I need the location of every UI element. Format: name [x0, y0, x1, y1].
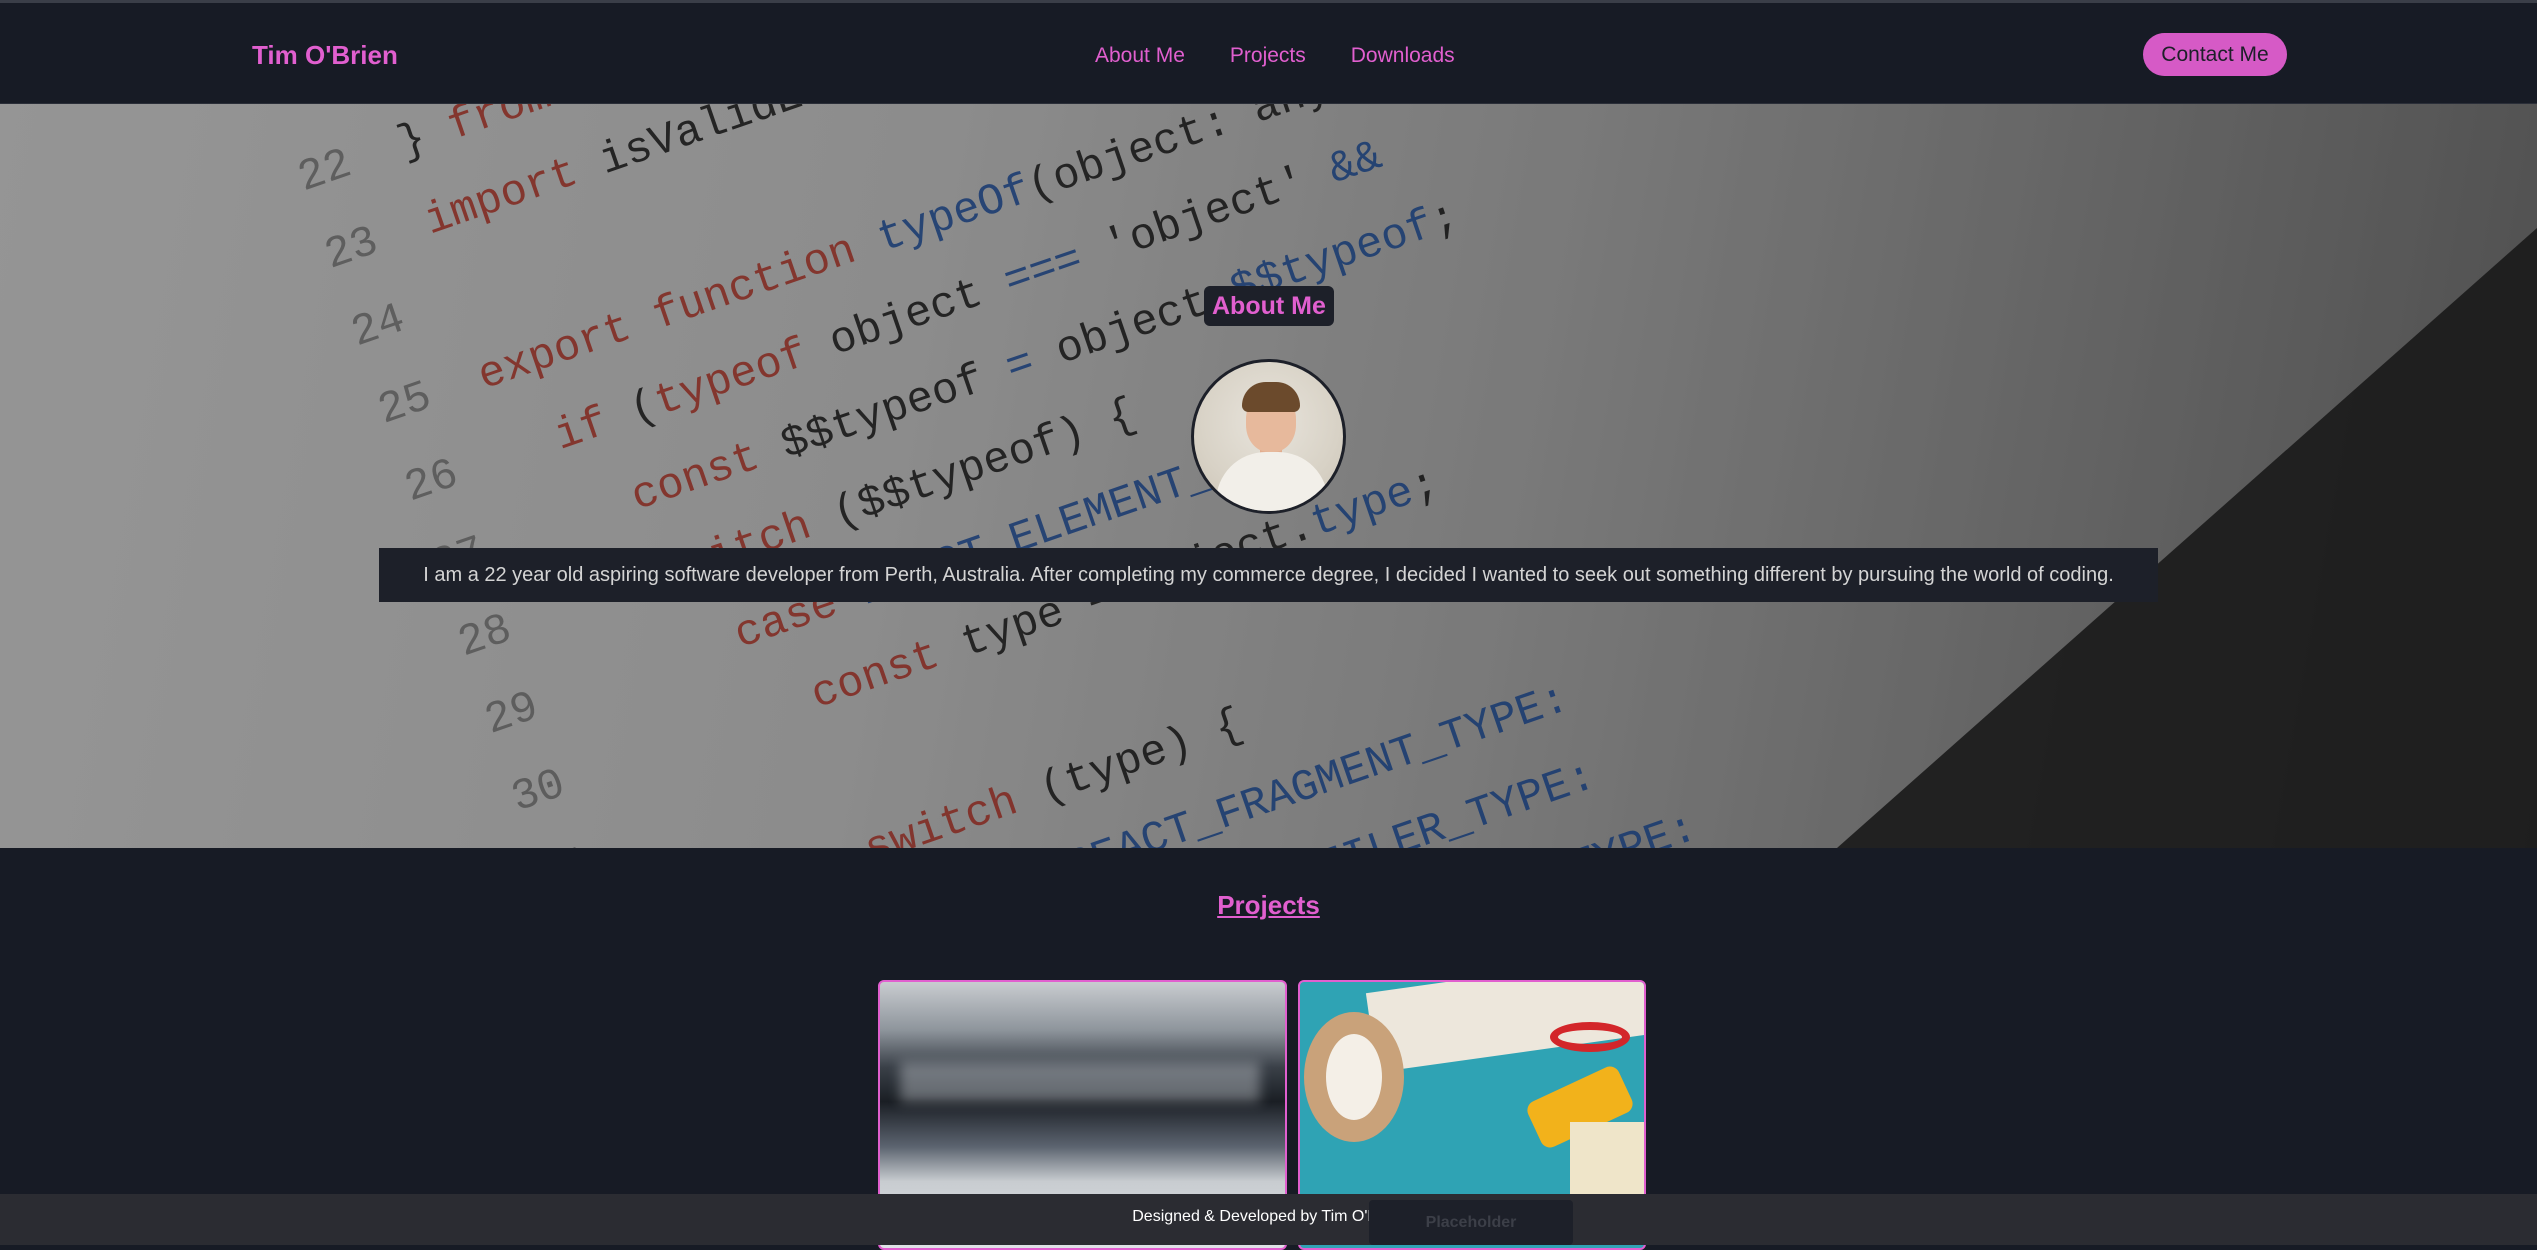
avatar — [1191, 359, 1346, 514]
project-card-1-image — [900, 1062, 1260, 1102]
nav-link-about-me[interactable]: About Me — [1095, 44, 1185, 68]
project-card-2-placeholder-button[interactable]: Placeholder — [1369, 1200, 1573, 1245]
nav-link-downloads[interactable]: Downloads — [1351, 44, 1455, 68]
navbar: Tim O'Brien About Me Projects Downloads … — [0, 3, 2537, 104]
nav-link-projects[interactable]: Projects — [1230, 44, 1306, 68]
about-me-heading: About Me — [1204, 286, 1334, 326]
projects-heading-label: Projects — [1217, 890, 1320, 920]
footer-credit-text: Designed & Developed by Tim O'Brien — [1132, 1208, 1405, 1225]
projects-heading: Projects — [0, 890, 2537, 921]
footer: Designed & Developed by Tim O'Brien — [0, 1194, 2537, 1245]
contact-me-button[interactable]: Contact Me — [2143, 33, 2287, 76]
about-me-text: I am a 22 year old aspiring software dev… — [379, 548, 2158, 602]
brand-link[interactable]: Tim O'Brien — [252, 40, 398, 71]
nav-links: About Me Projects Downloads — [1095, 44, 1455, 68]
hero-dark-corner — [1837, 228, 2537, 848]
